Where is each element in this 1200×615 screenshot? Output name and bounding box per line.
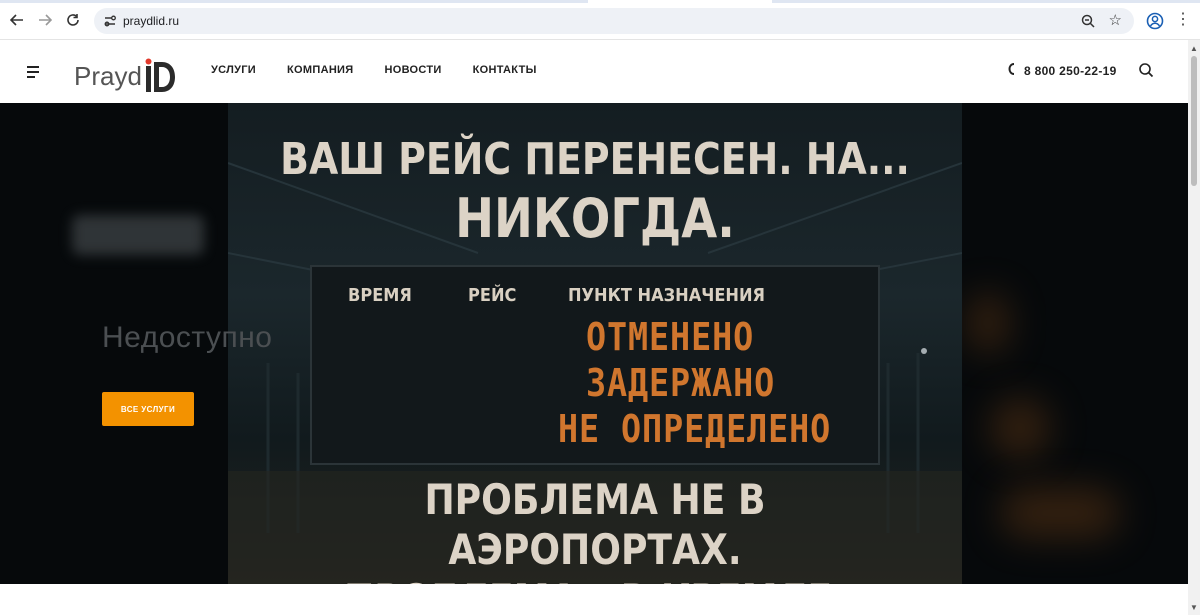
- all-services-button[interactable]: ВСЕ УСЛУГИ: [102, 392, 194, 426]
- more-menu-icon[interactable]: ⋮: [1175, 10, 1191, 30]
- nav-link-company[interactable]: КОМПАНИЯ: [287, 64, 353, 76]
- board-status-undetermined: НЕ ОПРЕДЕЛЕНО: [558, 407, 832, 451]
- board-column-destination: ПУНКТ НАЗНАЧЕНИЯ: [568, 285, 765, 306]
- forward-arrow-icon[interactable]: [35, 10, 55, 30]
- address-bar[interactable]: praydlid.ru ☆: [94, 8, 1134, 34]
- board-status-cancelled: ОТМЕНЕНО: [586, 315, 755, 359]
- blurred-decoration: [990, 398, 1050, 458]
- nav-link-services[interactable]: УСЛУГИ: [211, 64, 256, 76]
- poster-footer: ПРОБЛЕМА НЕ В АЭРОПОРТАХ. ПРОБЛЕМА – В К…: [228, 475, 962, 584]
- url-text[interactable]: praydlid.ru: [123, 14, 179, 28]
- search-icon[interactable]: [1138, 62, 1154, 78]
- board-status-delayed: ЗАДЕРЖАНО: [586, 361, 776, 405]
- nav-link-contacts[interactable]: КОНТАКТЫ: [473, 64, 537, 76]
- poster-footer-line-2: ПРОБЛЕМА – В КРЕМЛЕ.: [279, 575, 910, 584]
- blurred-decoration: [1000, 488, 1120, 538]
- site-header: Prayd УСЛУГИ КОМПАНИЯ НОВОСТИ КОНТАКТЫ 8…: [0, 40, 1188, 103]
- bookmark-star-icon[interactable]: ☆: [1109, 11, 1122, 29]
- back-arrow-icon[interactable]: [7, 10, 27, 30]
- logo-text: Prayd: [74, 61, 142, 91]
- page-scrollbar[interactable]: ▲ ▼: [1188, 40, 1200, 615]
- phone-number[interactable]: 8 800 250-22-19: [1024, 64, 1117, 78]
- poster-headline-line-2: НИКОГДА.: [455, 187, 735, 250]
- hamburger-menu-icon[interactable]: [27, 66, 41, 78]
- profile-icon[interactable]: [1146, 12, 1164, 30]
- poster-headline-line-1: ВАШ РЕЙС ПЕРЕНЕСЕН. НА...: [280, 134, 910, 185]
- tab-strip: [0, 0, 1200, 3]
- logo-id-mark-icon: [145, 58, 175, 92]
- nav-link-news[interactable]: НОВОСТИ: [384, 64, 441, 76]
- phone-icon: [1008, 63, 1016, 78]
- hero-title: Недоступно: [102, 321, 273, 354]
- blurred-decoration: [968, 293, 1008, 353]
- site-settings-icon[interactable]: [102, 13, 118, 29]
- reload-icon[interactable]: [63, 10, 83, 30]
- scroll-thumb[interactable]: [1191, 56, 1197, 186]
- poster-headline: ВАШ РЕЙС ПЕРЕНЕСЕН. НА... НИКОГДА.: [228, 131, 962, 249]
- board-column-flight: РЕЙС: [468, 285, 517, 306]
- blurred-badge: [72, 215, 204, 255]
- poster-footer-line-1: ПРОБЛЕМА НЕ В АЭРОПОРТАХ.: [424, 475, 766, 574]
- zoom-icon[interactable]: [1080, 13, 1096, 29]
- hero-banner: ВАШ РЕЙС ПЕРЕНЕСЕН. НА... НИКОГДА. ВРЕМЯ…: [0, 103, 1188, 584]
- departures-board: ВРЕМЯ РЕЙС ПУНКТ НАЗНАЧЕНИЯ ОТМЕНЕНО ЗАД…: [310, 265, 880, 465]
- phone-contact[interactable]: 8 800 250-22-19: [1008, 63, 1117, 78]
- browser-toolbar: praydlid.ru ☆ ⋮: [0, 0, 1200, 40]
- hero-poster-image: ВАШ РЕЙС ПЕРЕНЕСЕН. НА... НИКОГДА. ВРЕМЯ…: [228, 103, 962, 584]
- scroll-up-arrow-icon[interactable]: ▲: [1190, 44, 1198, 53]
- board-column-time: ВРЕМЯ: [348, 285, 412, 306]
- main-navigation: УСЛУГИ КОМПАНИЯ НОВОСТИ КОНТАКТЫ: [211, 64, 537, 76]
- site-logo[interactable]: Prayd: [74, 50, 176, 94]
- scroll-down-arrow-icon[interactable]: ▼: [1190, 603, 1198, 612]
